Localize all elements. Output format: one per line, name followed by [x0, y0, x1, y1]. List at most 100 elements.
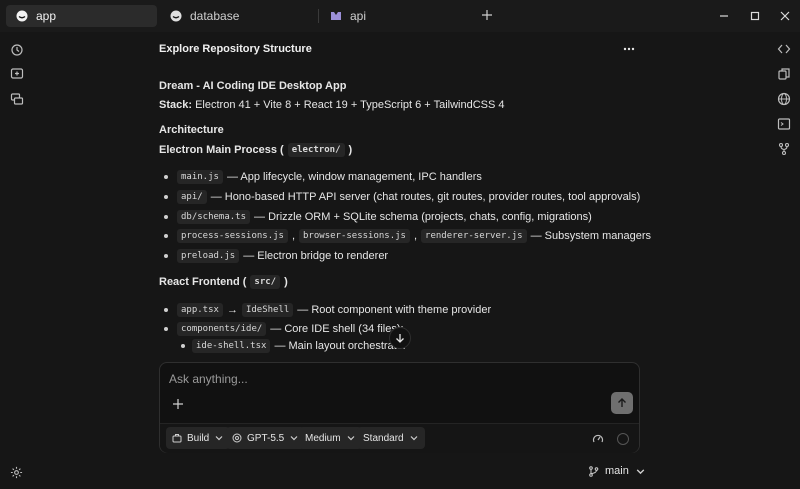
chevron-down-icon: [347, 436, 355, 441]
inline-code: main.js: [177, 170, 223, 184]
chip-label: GPT-5.5: [247, 432, 285, 444]
sub-bullet: [181, 344, 185, 348]
inline-code: IdeShell: [241, 303, 294, 317]
git-branch-icon: [589, 465, 599, 477]
send-button[interactable]: [611, 392, 633, 414]
doc-heading: Dream - AI Coding IDE Desktop App: [159, 80, 346, 92]
mode-select[interactable]: Build: [166, 427, 231, 449]
bullet: [164, 254, 168, 258]
tab-app[interactable]: app: [6, 5, 157, 27]
git-branch-icon[interactable]: [777, 142, 791, 156]
bullet: [164, 195, 168, 199]
inline-code: src/: [250, 275, 281, 289]
stack-value: Electron 41 + Vite 8 + React 19 + TypeSc…: [195, 99, 505, 111]
composer: Build GPT-5.5 Medium Standard: [159, 362, 640, 453]
speed-select[interactable]: Standard: [357, 427, 425, 449]
frontend-heading: React Frontend ( src/ ): [159, 275, 288, 289]
tab-divider: [318, 9, 319, 23]
terminal-icon[interactable]: [777, 117, 791, 131]
chip-label: Build: [187, 432, 210, 444]
inline-code: process-sessions.js: [177, 229, 288, 243]
new-chat-icon[interactable]: [10, 67, 24, 81]
provider-logo-icon: [331, 12, 341, 20]
model-select[interactable]: GPT-5.5: [226, 427, 306, 449]
branch-name: main: [605, 465, 629, 477]
gauge-icon[interactable]: [592, 433, 604, 445]
heading-text: Dream - AI Coding IDE Desktop App: [159, 80, 347, 92]
composer-toolbar: Build GPT-5.5 Medium Standard: [160, 423, 639, 453]
heading-text: Electron Main Process (: [159, 144, 284, 156]
list-item: components/ide/— Core IDE shell (34 file…: [173, 322, 404, 336]
branch-selector[interactable]: main: [588, 465, 646, 477]
prompt-input[interactable]: [169, 370, 629, 388]
list-item: process-sessions.js, browser-sessions.js…: [173, 229, 651, 243]
item-text: — Core IDE shell (34 files):: [270, 323, 404, 335]
history-icon[interactable]: [10, 43, 24, 57]
chip-label: Medium: [305, 432, 341, 444]
main-process-heading: Electron Main Process ( electron/ ): [159, 143, 352, 157]
inline-code: electron/: [287, 143, 345, 157]
maximize-icon[interactable]: [748, 9, 762, 23]
settings-gear-icon[interactable]: [10, 466, 23, 479]
attach-plus-icon[interactable]: [172, 398, 184, 410]
bullet: [164, 215, 168, 219]
tab-label: app: [36, 9, 57, 23]
chevron-down-icon: [410, 436, 418, 441]
item-text: — Root component with theme provider: [297, 304, 492, 316]
list-item: api/— Hono-based HTTP API server (chat r…: [173, 190, 640, 204]
item-text: — Subsystem managers: [530, 230, 652, 242]
item-text: — Drizzle ORM + SQLite schema (projects,…: [254, 211, 592, 223]
tab-bar: app database api: [0, 0, 800, 32]
copy-icon[interactable]: [777, 67, 791, 81]
architecture-heading: Architecture: [159, 124, 224, 136]
inline-code: components/ide/: [177, 322, 267, 336]
tab-api[interactable]: api: [320, 5, 470, 27]
chat-bubble-icon: [16, 10, 28, 22]
inline-code: db/schema.ts: [177, 210, 251, 224]
item-text: — Electron bridge to renderer: [243, 250, 389, 262]
tab-label: database: [190, 9, 240, 23]
code-icon[interactable]: [777, 42, 791, 56]
minimize-icon[interactable]: [717, 9, 731, 23]
bullet: [164, 308, 168, 312]
bullet: [164, 175, 168, 179]
page-title: Explore Repository Structure: [159, 43, 312, 55]
chevron-down-icon: [636, 468, 645, 474]
chevron-down-icon: [215, 436, 223, 441]
chats-icon[interactable]: [10, 92, 24, 106]
chat-bubble-icon: [170, 10, 182, 22]
reasoning-effort-select[interactable]: Medium: [299, 427, 362, 449]
inline-code: app.tsx: [177, 303, 223, 317]
tab-database[interactable]: database: [160, 5, 310, 27]
inline-code: ide-shell.tsx: [192, 339, 271, 353]
chevron-down-icon: [290, 436, 298, 441]
list-item: db/schema.ts — Drizzle ORM + SQLite schem…: [173, 210, 592, 224]
list-item: app.tsx → IdeShell — Root component with t…: [173, 303, 491, 317]
arrow-up-icon: [618, 398, 626, 407]
tab-label: api: [350, 9, 367, 23]
new-tab-button[interactable]: [480, 8, 494, 22]
heading-text: React Frontend (: [159, 276, 247, 288]
inline-code: api/: [177, 190, 207, 204]
arrow-down-icon: [396, 334, 404, 343]
globe-icon[interactable]: [777, 92, 791, 106]
arrow: →: [226, 304, 238, 316]
chip-label: Standard: [363, 432, 404, 444]
item-text: — Hono-based HTTP API server (chat route…: [210, 191, 641, 203]
heading-text: Architecture: [159, 124, 224, 136]
list-item: main.js — App lifecycle, window managemen…: [173, 170, 482, 184]
bullet: [164, 327, 168, 331]
sub-list-item: ide-shell.tsx — Main layout orchestrator: [188, 339, 407, 353]
briefcase-icon: [172, 434, 182, 443]
context-usage-ring[interactable]: [617, 433, 629, 445]
inline-code: preload.js: [177, 249, 240, 263]
model-icon: [232, 433, 242, 443]
stack-label: Stack:: [159, 99, 193, 111]
close-icon[interactable]: [778, 9, 792, 23]
heading-text: ): [348, 144, 353, 156]
stack-line: Stack: Electron 41 + Vite 8 + React 19 +…: [159, 99, 505, 111]
more-options-icon[interactable]: [622, 42, 636, 56]
scroll-to-bottom-button[interactable]: [389, 327, 411, 349]
bullet: [164, 234, 168, 238]
list-item: preload.js — Electron bridge to renderer: [173, 249, 388, 263]
